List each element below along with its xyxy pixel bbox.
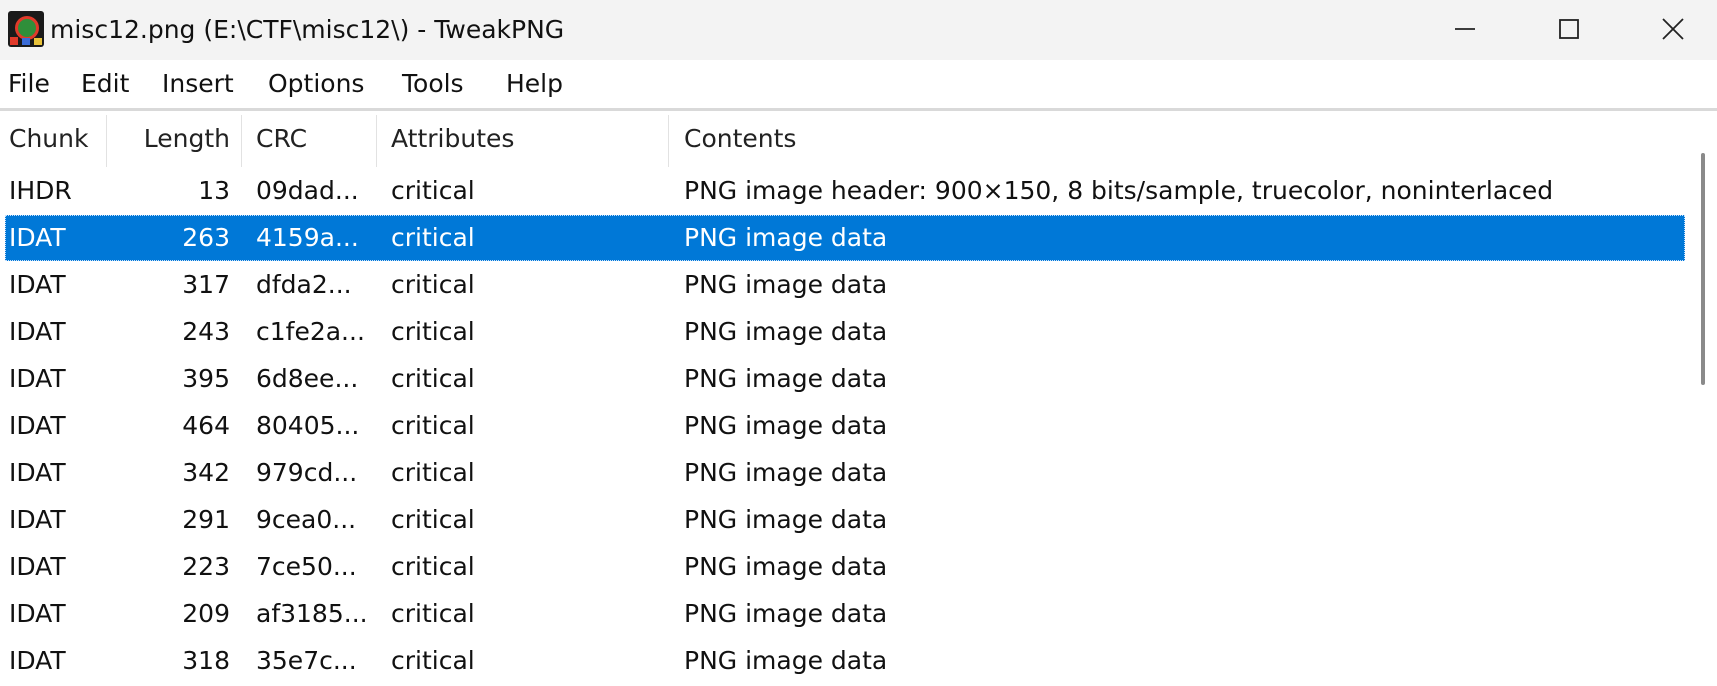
close-button[interactable] (1621, 0, 1717, 58)
cell-crc: 9cea0... (256, 505, 357, 534)
cell-attributes: critical (391, 458, 475, 487)
cell-crc: c1fe2a... (256, 317, 365, 346)
cell-attributes: critical (391, 176, 475, 205)
cell-crc: 979cd... (256, 458, 358, 487)
cell-contents: PNG image data (684, 411, 888, 440)
table-row[interactable]: IDAT 317 dfda2... critical PNG image dat… (5, 262, 1685, 308)
title-bar[interactable]: misc12.png (E:\CTF\misc12\) - TweakPNG (0, 0, 1717, 60)
vertical-scrollbar[interactable] (1689, 111, 1717, 686)
cell-crc: 6d8ee... (256, 364, 359, 393)
cell-length: 263 (182, 223, 230, 252)
cell-chunk: IDAT (9, 599, 66, 628)
tweakpng-app-icon[interactable] (8, 11, 44, 47)
chunk-list[interactable]: Chunk Length CRC Attributes Contents IHD… (0, 111, 1689, 686)
cell-attributes: critical (391, 364, 475, 393)
cell-chunk: IDAT (9, 505, 66, 534)
cell-length: 317 (182, 270, 230, 299)
window-title: misc12.png (E:\CTF\misc12\) - TweakPNG (50, 15, 565, 44)
table-row[interactable]: IDAT 395 6d8ee... critical PNG image dat… (5, 356, 1685, 402)
column-separator[interactable] (668, 115, 669, 167)
menu-help[interactable]: Help (506, 67, 563, 101)
cell-attributes: critical (391, 552, 475, 581)
cell-attributes: critical (391, 599, 475, 628)
cell-length: 13 (198, 176, 230, 205)
menu-tools[interactable]: Tools (402, 67, 464, 101)
cell-attributes: critical (391, 223, 475, 252)
cell-attributes: critical (391, 270, 475, 299)
cell-chunk: IDAT (9, 270, 66, 299)
column-header-crc[interactable]: CRC (256, 111, 307, 167)
cell-crc: 09dad... (256, 176, 359, 205)
column-separator[interactable] (241, 115, 242, 167)
cell-contents: PNG image header: 900×150, 8 bits/sample… (684, 176, 1554, 205)
cell-length: 395 (182, 364, 230, 393)
menu-options[interactable]: Options (268, 67, 364, 101)
table-row[interactable]: IDAT 464 80405... critical PNG image dat… (5, 403, 1685, 449)
cell-contents: PNG image data (684, 270, 888, 299)
cell-length: 223 (182, 552, 230, 581)
cell-crc: af3185... (256, 599, 368, 628)
cell-contents: PNG image data (684, 552, 888, 581)
cell-chunk: IDAT (9, 411, 66, 440)
menu-file[interactable]: File (8, 67, 50, 101)
column-header-attributes[interactable]: Attributes (391, 111, 514, 167)
cell-length: 464 (182, 411, 230, 440)
cell-length: 318 (182, 646, 230, 675)
cell-chunk: IDAT (9, 364, 66, 393)
cell-chunk: IDAT (9, 223, 66, 252)
table-row[interactable]: IHDR 13 09dad... critical PNG image head… (5, 168, 1685, 214)
table-row[interactable]: IDAT 318 35e7c... critical PNG image dat… (5, 638, 1685, 684)
close-icon (1662, 18, 1684, 40)
cell-length: 342 (182, 458, 230, 487)
cell-chunk: IHDR (9, 176, 72, 205)
cell-crc: 4159a... (256, 223, 359, 252)
cell-attributes: critical (391, 317, 475, 346)
menu-insert[interactable]: Insert (162, 67, 234, 101)
scrollbar-thumb[interactable] (1701, 153, 1705, 385)
cell-chunk: IDAT (9, 646, 66, 675)
column-header-contents[interactable]: Contents (684, 111, 796, 167)
cell-attributes: critical (391, 505, 475, 534)
column-header-chunk[interactable]: Chunk (9, 111, 88, 167)
cell-crc: 7ce50... (256, 552, 357, 581)
menu-edit[interactable]: Edit (81, 67, 129, 101)
table-row[interactable]: IDAT 291 9cea0... critical PNG image dat… (5, 497, 1685, 543)
maximize-icon (1559, 19, 1579, 39)
column-separator[interactable] (376, 115, 377, 167)
cell-crc: 35e7c... (256, 646, 357, 675)
cell-attributes: critical (391, 646, 475, 675)
cell-contents: PNG image data (684, 317, 888, 346)
cell-contents: PNG image data (684, 599, 888, 628)
cell-chunk: IDAT (9, 317, 66, 346)
table-row[interactable]: IDAT 209 af3185... critical PNG image da… (5, 591, 1685, 637)
cell-length: 291 (182, 505, 230, 534)
table-row[interactable]: IDAT 223 7ce50... critical PNG image dat… (5, 544, 1685, 590)
table-row-selected[interactable]: IDAT 263 4159a... critical PNG image dat… (5, 215, 1685, 261)
cell-length: 209 (182, 599, 230, 628)
cell-chunk: IDAT (9, 458, 66, 487)
cell-crc: dfda2... (256, 270, 352, 299)
maximize-button[interactable] (1517, 0, 1621, 58)
cell-attributes: critical (391, 411, 475, 440)
table-row[interactable]: IDAT 243 c1fe2a... critical PNG image da… (5, 309, 1685, 355)
cell-contents: PNG image data (684, 458, 888, 487)
table-row[interactable]: IDAT 342 979cd... critical PNG image dat… (5, 450, 1685, 496)
column-header-length[interactable]: Length (106, 111, 230, 167)
cell-chunk: IDAT (9, 552, 66, 581)
cell-crc: 80405... (256, 411, 360, 440)
cell-contents: PNG image data (684, 505, 888, 534)
cell-contents: PNG image data (684, 364, 888, 393)
minimize-button[interactable] (1413, 0, 1517, 58)
cell-contents: PNG image data (684, 223, 888, 252)
cell-length: 243 (182, 317, 230, 346)
tweakpng-window: misc12.png (E:\CTF\misc12\) - TweakPNG F… (0, 0, 1717, 686)
cell-contents: PNG image data (684, 646, 888, 675)
menu-bar: File Edit Insert Options Tools Help (0, 60, 1717, 111)
minimize-icon (1455, 28, 1475, 30)
